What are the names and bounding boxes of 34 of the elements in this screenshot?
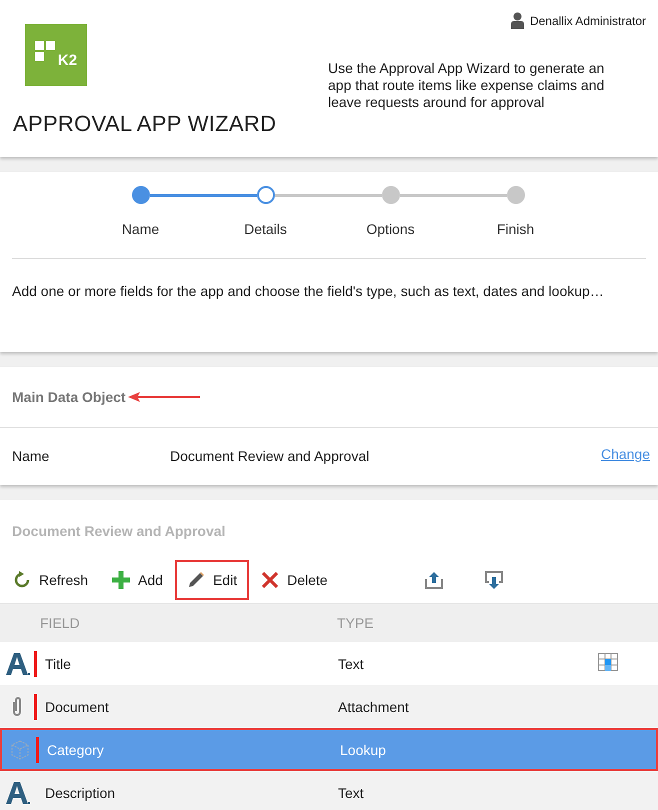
- toolbar-button[interactable]: Edit: [174, 560, 250, 600]
- field-label: Name: [12, 448, 50, 464]
- step-label[interactable]: Options: [366, 221, 415, 237]
- table-cell-text: Category: [47, 742, 105, 758]
- table-cell-text: Text: [338, 784, 365, 800]
- intro-text: Use the Approval App Wizard to generate an app that route items like expense claims and leave requests around for approval: [328, 60, 606, 111]
- table-cell-text: Lookup: [340, 742, 387, 758]
- user-icon: [510, 12, 524, 29]
- user-name[interactable]: Denallix Administrator: [530, 14, 646, 28]
- wizard-title: APPROVAL APP WIZARD: [13, 111, 278, 137]
- table-row[interactable]: Description Text: [0, 771, 658, 810]
- download-icon: [484, 570, 504, 590]
- step-label[interactable]: Details: [244, 221, 287, 237]
- table-cell-text: Attachment: [338, 698, 410, 714]
- k2-logo: K2: [25, 24, 87, 86]
- upload-icon: [424, 570, 444, 590]
- text-type-icon: [6, 782, 30, 804]
- field-value: Document Review and Approval: [170, 448, 370, 464]
- text-type-icon: [6, 652, 30, 674]
- cube-icon: [10, 740, 30, 760]
- step-label[interactable]: Finish: [496, 221, 534, 237]
- panel-heading: Document Review and Approval: [11, 522, 226, 541]
- table-cell-text: Text: [338, 656, 365, 672]
- step-description: Add one or more fields for the app and choose the field's type, such as text, dates and lookup…: [12, 283, 605, 299]
- section-heading: Main Data Object: [12, 389, 126, 405]
- pencil-icon: [186, 570, 205, 588]
- delete-icon: [261, 570, 280, 588]
- table-row[interactable]: Document Attachment: [0, 685, 658, 728]
- plus-icon: [112, 570, 130, 588]
- table-cell-text: Document: [45, 698, 110, 714]
- table-cell-text: Description: [45, 784, 116, 800]
- step-label[interactable]: Name: [122, 221, 160, 237]
- refresh-icon: [13, 570, 31, 588]
- table-cell-text: Title: [45, 656, 72, 672]
